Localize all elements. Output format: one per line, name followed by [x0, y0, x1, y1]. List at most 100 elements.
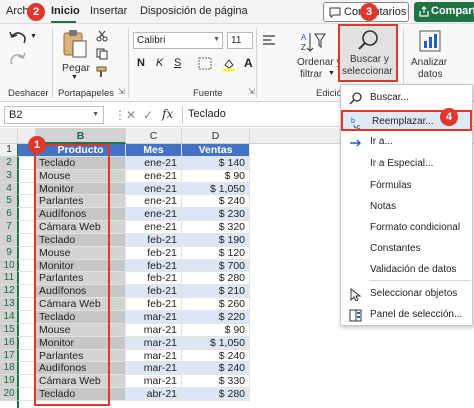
select-all-corner[interactable]: [0, 128, 18, 144]
menu-item-8[interactable]: Constantes: [341, 239, 472, 260]
cell-c[interactable]: ene-21: [126, 195, 182, 209]
borders-icon[interactable]: [198, 57, 212, 70]
menu-item-5[interactable]: Fórmulas: [341, 176, 472, 197]
cell-c[interactable]: abr-21: [126, 388, 182, 401]
cell-d[interactable]: $ 260: [182, 298, 250, 311]
cell-d[interactable]: $ 230: [182, 208, 250, 222]
cancel-icon[interactable]: ✕: [126, 108, 136, 122]
cell-d[interactable]: $ 120: [182, 246, 250, 260]
cell-c[interactable]: mar-21: [126, 310, 182, 324]
sort-filter-icon[interactable]: A Z: [300, 30, 326, 54]
insert-function-button[interactable]: fx: [162, 107, 173, 121]
cell-d[interactable]: $ 240: [182, 349, 250, 363]
row-header[interactable]: 14: [0, 310, 18, 324]
redo-icon[interactable]: [9, 52, 27, 66]
row-header[interactable]: 9: [0, 246, 18, 260]
sort-dropdown-icon[interactable]: ▼: [328, 70, 335, 77]
row-header[interactable]: 8: [0, 233, 18, 247]
italic-button[interactable]: K: [156, 57, 163, 69]
cell-d[interactable]: $ 330: [182, 375, 250, 389]
column-header-d[interactable]: D: [182, 128, 250, 144]
copy-icon[interactable]: [96, 48, 108, 60]
row-header[interactable]: 15: [0, 323, 18, 337]
font-color-icon[interactable]: A: [244, 56, 253, 70]
cell-d[interactable]: $ 280: [182, 272, 250, 286]
menu-item-1[interactable]: Buscar...: [341, 88, 472, 109]
row-header[interactable]: 19: [0, 375, 18, 389]
menu-item-9[interactable]: Validación de datos: [341, 260, 472, 281]
column-header-c[interactable]: C: [126, 128, 182, 144]
row-header[interactable]: 7: [0, 221, 18, 234]
row-header[interactable]: 16: [0, 336, 18, 350]
cut-icon[interactable]: [96, 30, 108, 42]
cell-c[interactable]: feb-21: [126, 246, 182, 260]
row-header[interactable]: 17: [0, 349, 18, 363]
paste-icon[interactable]: [62, 29, 88, 59]
tab-disposicion[interactable]: Disposición de página: [140, 5, 248, 17]
cell-d[interactable]: $ 240: [182, 195, 250, 209]
cell-c[interactable]: mar-21: [126, 362, 182, 376]
row-header[interactable]: 10: [0, 259, 18, 273]
fill-color-icon[interactable]: [222, 57, 236, 71]
cell-d[interactable]: $ 210: [182, 285, 250, 299]
cell-d[interactable]: $ 700: [182, 259, 250, 273]
analyze-label-2[interactable]: datos: [418, 69, 442, 80]
cell-c[interactable]: ene-21: [126, 182, 182, 196]
cell-c[interactable]: ene-21: [126, 169, 182, 183]
tab-archivo[interactable]: Arch: [6, 5, 29, 17]
row-header[interactable]: 1: [0, 144, 18, 157]
cell-c[interactable]: feb-21: [126, 233, 182, 247]
undo-icon[interactable]: [8, 30, 28, 46]
cell-c[interactable]: ene-21: [126, 221, 182, 234]
cell-d[interactable]: $ 140: [182, 156, 250, 170]
clipboard-launcher-icon[interactable]: ⇲: [118, 87, 125, 96]
row-header[interactable]: 5: [0, 195, 18, 209]
row-header[interactable]: 18: [0, 362, 18, 376]
name-box[interactable]: B2 ▼: [4, 106, 104, 124]
cell-c[interactable]: feb-21: [126, 259, 182, 273]
cell-d[interactable]: $ 240: [182, 362, 250, 376]
bold-button[interactable]: N: [137, 57, 145, 69]
menu-item-7[interactable]: Formato condicional: [341, 218, 472, 239]
cell-c[interactable]: mar-21: [126, 349, 182, 363]
analyze-label-1[interactable]: Analizar: [411, 57, 447, 68]
cell-d[interactable]: $ 1,050: [182, 336, 250, 350]
formula-value[interactable]: Teclado: [188, 108, 226, 120]
tab-inicio[interactable]: Inicio: [51, 5, 80, 17]
row-header[interactable]: 3: [0, 169, 18, 183]
format-painter-icon[interactable]: [96, 66, 108, 78]
analyze-data-icon[interactable]: [419, 30, 441, 52]
cell-c[interactable]: feb-21: [126, 298, 182, 311]
font-launcher-icon[interactable]: ⇲: [248, 87, 255, 96]
cell-c[interactable]: feb-21: [126, 272, 182, 286]
cell-d[interactable]: $ 220: [182, 310, 250, 324]
column-header-b[interactable]: B: [36, 128, 126, 144]
cell-c[interactable]: mar-21: [126, 375, 182, 389]
menu-item-3[interactable]: Ir a...: [341, 132, 472, 153]
underline-button[interactable]: S: [174, 57, 181, 69]
cell-d[interactable]: $ 280: [182, 388, 250, 401]
undo-dropdown-icon[interactable]: ▼: [30, 33, 37, 40]
row-header[interactable]: 6: [0, 208, 18, 222]
cell-c[interactable]: Mes: [126, 144, 182, 157]
menu-item-4[interactable]: Ir a Especial...: [341, 154, 472, 175]
tab-insertar[interactable]: Insertar: [90, 5, 127, 17]
share-button[interactable]: Compartir: [414, 2, 474, 22]
menu-item-10[interactable]: Seleccionar objetos: [341, 284, 472, 305]
cell-d[interactable]: $ 190: [182, 233, 250, 247]
row-header[interactable]: 12: [0, 285, 18, 299]
cell-c[interactable]: ene-21: [126, 156, 182, 170]
enter-icon[interactable]: ✓: [143, 108, 153, 122]
row-header[interactable]: 4: [0, 182, 18, 196]
cell-c[interactable]: mar-21: [126, 323, 182, 337]
sort-filter-label-2[interactable]: filtrar: [300, 69, 322, 80]
align-icon[interactable]: [262, 34, 276, 48]
cell-d[interactable]: $ 90: [182, 323, 250, 337]
cell-c[interactable]: feb-21: [126, 285, 182, 299]
row-header[interactable]: 20: [0, 388, 18, 401]
font-size-combo[interactable]: 11: [227, 32, 253, 49]
cell-c[interactable]: mar-21: [126, 336, 182, 350]
menu-item-6[interactable]: Notas: [341, 197, 472, 218]
cell-d[interactable]: $ 90: [182, 169, 250, 183]
row-header[interactable]: 13: [0, 298, 18, 311]
